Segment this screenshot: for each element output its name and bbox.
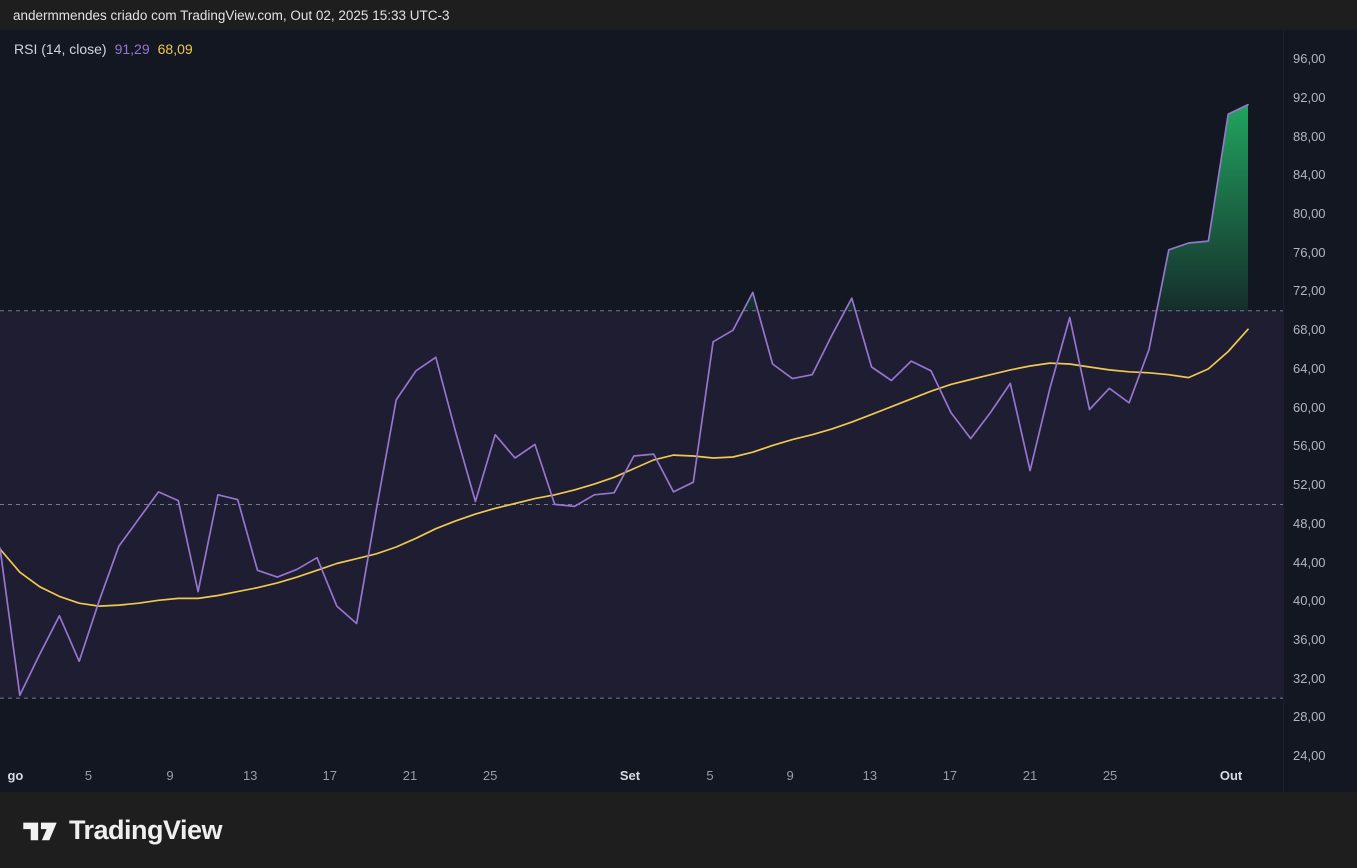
x-axis-label-13-25: 25	[1103, 768, 1117, 783]
x-axis-label-7-set: Set	[620, 768, 640, 783]
y-axis-label-52: 52,00	[1293, 478, 1326, 492]
attribution-bar: andermmendes criado com TradingView.com,…	[0, 0, 1357, 30]
indicator-title: RSI (14, close)	[14, 41, 107, 57]
y-axis-label-96: 96,00	[1293, 52, 1326, 66]
time-axis[interactable]: go 5 9 13 17 21 25 Set 5 9 13 17 21 25 Out	[0, 762, 1283, 792]
y-axis-label-60: 60,00	[1293, 401, 1326, 415]
x-axis-label-14-out: Out	[1220, 768, 1242, 783]
y-axis-label-84: 84,00	[1293, 168, 1326, 182]
x-axis-label-12-21: 21	[1023, 768, 1037, 783]
x-axis-label-6-25: 25	[483, 768, 497, 783]
tradingview-wordmark: TradingView	[69, 815, 222, 846]
x-axis-label-10-13: 13	[863, 768, 877, 783]
y-axis-label-76: 76,00	[1293, 246, 1326, 260]
y-axis-label-80: 80,00	[1293, 207, 1326, 221]
ma-value: 68,09	[158, 41, 193, 57]
x-axis-label-5-21: 21	[403, 768, 417, 783]
y-axis-label-92: 92,00	[1293, 91, 1326, 105]
y-axis-label-24: 24,00	[1293, 749, 1326, 763]
y-axis-label-32: 32,00	[1293, 672, 1326, 686]
indicator-legend[interactable]: RSI (14, close) 91,29 68,09	[14, 41, 193, 57]
price-axis[interactable]: 96,00 92,00 88,00 84,00 80,00 76,00 72,00 68,00…	[1283, 30, 1357, 792]
y-axis-label-68: 68,00	[1293, 323, 1326, 337]
y-axis-label-28: 28,00	[1293, 710, 1326, 724]
rsi-plot[interactable]	[0, 30, 1283, 762]
y-axis-label-56: 56,00	[1293, 439, 1326, 453]
x-axis-label-3-13: 13	[243, 768, 257, 783]
y-axis-label-40: 40,00	[1293, 594, 1326, 608]
x-axis-label-0-go: go	[7, 768, 23, 783]
tradingview-logo-icon	[22, 817, 58, 843]
attribution-text: andermmendes criado com TradingView.com,…	[13, 8, 449, 23]
x-axis-label-9-9: 9	[786, 768, 793, 783]
rsi-value: 91,29	[115, 41, 150, 57]
rsi-chart-pane[interactable]: RSI (14, close) 91,29 68,09 96,00 92,00 88…	[0, 30, 1357, 792]
y-axis-label-48: 48,00	[1293, 517, 1326, 531]
y-axis-label-44: 44,00	[1293, 556, 1326, 570]
tradingview-brand[interactable]: TradingView	[22, 815, 222, 846]
y-axis-label-72: 72,00	[1293, 284, 1326, 298]
y-axis-label-36: 36,00	[1293, 633, 1326, 647]
x-axis-label-4-17: 17	[322, 768, 336, 783]
overbought-gradient-fill	[743, 105, 1248, 311]
y-axis-label-64: 64,00	[1293, 362, 1326, 376]
x-axis-label-1-5: 5	[85, 768, 92, 783]
x-axis-label-8-5: 5	[706, 768, 713, 783]
x-axis-label-2-9: 9	[166, 768, 173, 783]
footer-bar: TradingView	[0, 792, 1357, 868]
y-axis-label-88: 88,00	[1293, 130, 1326, 144]
x-axis-label-11-17: 17	[943, 768, 957, 783]
